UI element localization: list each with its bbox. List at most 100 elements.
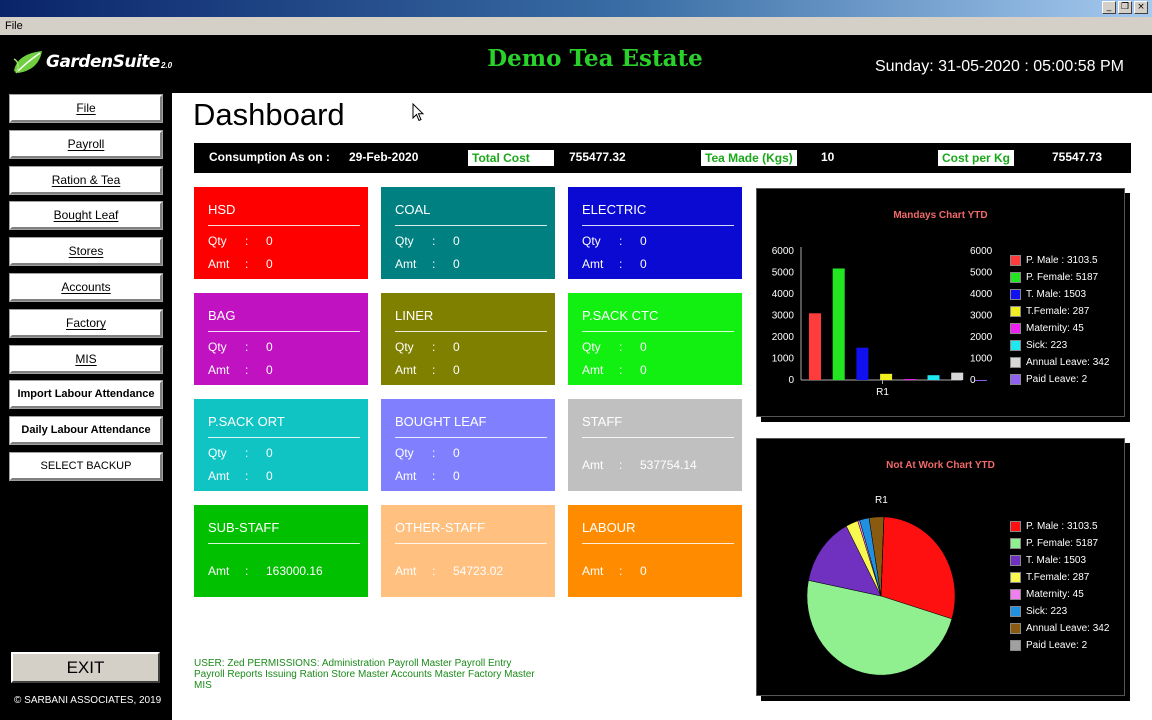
card-title: SUB-STAFF	[208, 520, 280, 535]
amt-label: Amt	[208, 469, 230, 483]
daily-labour-attendance-button[interactable]: Daily Labour Attendance	[9, 416, 163, 445]
select-backup-location-button[interactable]: SELECT BACKUP LOCATION	[9, 452, 163, 495]
legend-label: Annual Leave: 342	[1026, 623, 1110, 634]
separator: :	[619, 363, 623, 377]
card-title: COAL	[395, 202, 431, 217]
qty-value: 0	[266, 340, 273, 354]
legend-swatch	[1010, 589, 1021, 600]
amt-label: Amt	[395, 469, 417, 483]
sidebar-item-factory[interactable]: Factory	[9, 309, 163, 338]
legend-label: Maternity: 45	[1026, 589, 1084, 600]
amt-label: Amt	[208, 363, 230, 377]
separator: :	[245, 446, 249, 460]
qty-value: 0	[266, 446, 273, 460]
card-psack-ort[interactable]: P.SACK ORT Qty: 0 Amt: 0	[194, 399, 368, 491]
menu-file[interactable]: File	[5, 20, 23, 32]
legend-swatch	[1010, 555, 1021, 566]
amt-value: 0	[453, 469, 460, 483]
consumption-label: Consumption As on :	[209, 150, 330, 164]
exit-button[interactable]: EXIT	[10, 651, 161, 684]
amt-value: 0	[453, 257, 460, 271]
qty-label: Qty	[208, 340, 227, 354]
sidebar-item-file[interactable]: File	[9, 94, 163, 123]
amt-label: Amt	[208, 257, 230, 271]
sidebar-item-accounts[interactable]: Accounts	[9, 273, 163, 302]
legend-item: Paid Leave: 2	[1010, 374, 1109, 391]
separator: :	[245, 469, 249, 483]
leaf-icon	[13, 51, 42, 74]
separator: :	[432, 564, 436, 578]
card-sub-staff[interactable]: SUB-STAFF Amt: 163000.16	[194, 505, 368, 597]
pie-chart-plot	[806, 516, 956, 676]
separator: :	[619, 257, 623, 271]
qty-value: 0	[453, 340, 460, 354]
sidebar-item-mis[interactable]: MIS	[9, 345, 163, 374]
amt-value: 0	[640, 257, 647, 271]
amt-value: 0	[266, 257, 273, 271]
logo-version: 2.0	[160, 60, 173, 70]
card-liner[interactable]: LINER Qty: 0 Amt: 0	[381, 293, 555, 385]
legend-label: Sick: 223	[1026, 340, 1068, 351]
legend-swatch	[1010, 538, 1021, 549]
logo-text: GardenSuite	[46, 52, 160, 72]
qty-label: Qty	[582, 234, 601, 248]
legend-swatch	[1010, 289, 1021, 300]
amt-label: Amt	[395, 257, 417, 271]
card-coal[interactable]: COAL Qty: 0 Amt: 0	[381, 187, 555, 279]
card-title: HSD	[208, 202, 236, 217]
card-staff[interactable]: STAFF Amt: 537754.14	[568, 399, 742, 491]
bar	[809, 313, 821, 380]
sidebar: File Payroll Ration & Tea Bought Leaf St…	[0, 93, 172, 720]
separator: :	[245, 234, 249, 248]
qty-label: Qty	[395, 446, 414, 460]
mouse-cursor-icon	[412, 103, 424, 122]
amt-value: 0	[640, 363, 647, 377]
app-header: GardenSuite 2.0 Demo Tea Estate Sunday: …	[0, 35, 1152, 93]
separator: :	[432, 446, 436, 460]
legend-item: T.Female: 287	[1010, 572, 1109, 589]
legend-item: Annual Leave: 342	[1010, 357, 1109, 374]
legend-item: Sick: 223	[1010, 340, 1109, 357]
legend-label: P. Female: 5187	[1026, 272, 1099, 283]
legend-swatch	[1010, 357, 1021, 368]
card-title: OTHER-STAFF	[395, 520, 486, 535]
restore-button[interactable]: ❐	[1118, 1, 1132, 14]
legend-item: Paid Leave: 2	[1010, 640, 1109, 657]
sidebar-item-stores[interactable]: Stores	[9, 237, 163, 266]
amt-value: 0	[266, 469, 273, 483]
card-labour[interactable]: LABOUR Amt: 0	[568, 505, 742, 597]
sidebar-item-bought-leaf[interactable]: Bought Leaf	[9, 201, 163, 230]
bar	[832, 268, 845, 380]
y-tick-label-right: 4000	[970, 289, 993, 300]
card-bought-leaf[interactable]: BOUGHT LEAF Qty: 0 Amt: 0	[381, 399, 555, 491]
estate-name: Demo Tea Estate	[487, 45, 703, 72]
bar-chart-plot: 6000 6000 5000 5000 4000 4000 3000 3000 2000 2000…	[772, 246, 993, 398]
separator: :	[245, 257, 249, 271]
card-electric[interactable]: ELECTRIC Qty: 0 Amt: 0	[568, 187, 742, 279]
mandays-legend: P. Male : 3103.5 P. Female: 5187 T. Male: …	[1010, 255, 1109, 391]
legend-item: P. Male : 3103.5	[1010, 255, 1109, 272]
legend-swatch	[1010, 606, 1021, 617]
y-tick-label: 0	[788, 375, 794, 386]
card-bag[interactable]: BAG Qty: 0 Amt: 0	[194, 293, 368, 385]
sidebar-item-payroll[interactable]: Payroll	[9, 130, 163, 159]
window-title-bar: _ ❐ ×	[0, 0, 1152, 17]
minimize-button[interactable]: _	[1102, 1, 1116, 14]
y-tick-label: 4000	[772, 289, 795, 300]
legend-item: T. Male: 1503	[1010, 289, 1109, 306]
mandays-chart: Mandays Chart YTD 6000 6000 5000 5000 4000 40…	[756, 188, 1125, 417]
import-labour-attendance-button[interactable]: Import Labour Attendance	[9, 380, 163, 409]
card-hsd[interactable]: HSD Qty: 0 Amt: 0	[194, 187, 368, 279]
legend-swatch	[1010, 340, 1021, 351]
bar	[880, 373, 893, 380]
qty-label: Qty	[395, 340, 414, 354]
bar	[974, 379, 987, 381]
sidebar-item-ration-tea[interactable]: Ration & Tea	[9, 166, 163, 195]
card-other-staff[interactable]: OTHER-STAFF Amt: 54723.02	[381, 505, 555, 597]
x-tick-label: R1	[876, 387, 889, 398]
legend-item: P. Female: 5187	[1010, 538, 1109, 555]
card-psack-ctc[interactable]: P.SACK CTC Qty: 0 Amt: 0	[568, 293, 742, 385]
menu-bar: File	[0, 17, 1152, 35]
legend-label: T. Male: 1503	[1026, 555, 1087, 566]
close-button[interactable]: ×	[1134, 1, 1148, 14]
